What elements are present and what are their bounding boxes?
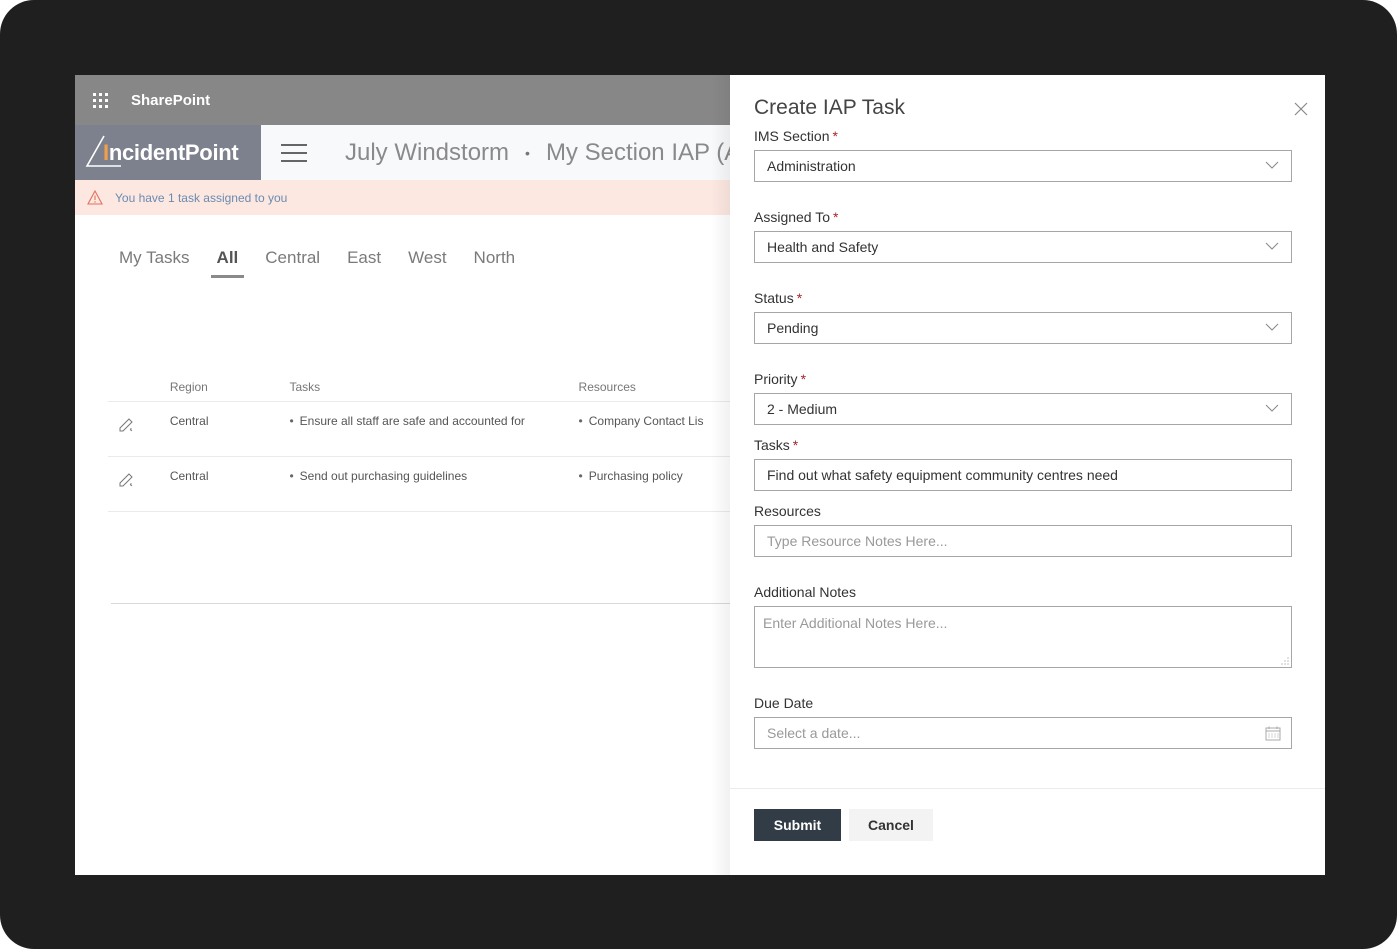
assigned-to-value: Health and Safety bbox=[767, 239, 879, 255]
submit-button[interactable]: Submit bbox=[754, 809, 841, 841]
chevron-down-icon bbox=[1265, 242, 1279, 250]
tab-north[interactable]: North bbox=[474, 245, 516, 276]
device-frame: SharePoint IncidentPoint July Windstorm … bbox=[0, 0, 1397, 949]
cell-task: Ensure all staff are safe and accounted … bbox=[289, 414, 578, 456]
tab-west[interactable]: West bbox=[408, 245, 446, 276]
tasks-input[interactable]: Find out what safety equipment community… bbox=[754, 459, 1292, 491]
cell-region: Central bbox=[169, 414, 209, 428]
additional-notes-placeholder: Enter Additional Notes Here... bbox=[763, 615, 948, 631]
tab-east[interactable]: East bbox=[347, 245, 381, 276]
tasks-label: Tasks * bbox=[754, 437, 799, 453]
tasks-table: Region Tasks Resources Central Ensure al… bbox=[108, 373, 748, 512]
due-date-picker[interactable]: Select a date... bbox=[754, 717, 1292, 749]
cell-task: Send out purchasing guidelines bbox=[289, 469, 578, 511]
table-row: Central Ensure all staff are safe and ac… bbox=[108, 402, 748, 457]
region-tabs: My Tasks All Central East West North bbox=[119, 245, 542, 278]
resources-input[interactable]: Type Resource Notes Here... bbox=[754, 525, 1292, 557]
chevron-down-icon bbox=[1265, 404, 1279, 412]
table-row: Central Send out purchasing guidelines P… bbox=[108, 457, 748, 512]
suite-title[interactable]: SharePoint bbox=[131, 92, 210, 109]
due-date-placeholder: Select a date... bbox=[767, 725, 861, 741]
ims-section-value: Administration bbox=[767, 158, 856, 174]
tab-all[interactable]: All bbox=[210, 245, 244, 278]
priority-dropdown[interactable]: 2 - Medium bbox=[754, 393, 1292, 425]
status-dropdown[interactable]: Pending bbox=[754, 312, 1292, 344]
breadcrumb-separator: • bbox=[525, 144, 530, 161]
logo-text: ncidentPoint bbox=[108, 139, 239, 165]
resources-placeholder: Type Resource Notes Here... bbox=[767, 533, 948, 549]
assigned-to-label: Assigned To * bbox=[754, 209, 839, 225]
table-header: Region Tasks Resources bbox=[108, 373, 748, 402]
chevron-down-icon bbox=[1265, 323, 1279, 331]
create-iap-task-panel: Create IAP Task IMS Section * Administrat… bbox=[730, 75, 1325, 875]
waffle-icon[interactable] bbox=[75, 75, 125, 125]
chevron-down-icon bbox=[1265, 161, 1279, 169]
browser-screen: SharePoint IncidentPoint July Windstorm … bbox=[75, 75, 1325, 875]
hamburger-menu-icon[interactable] bbox=[281, 143, 307, 162]
column-header-region[interactable]: Region bbox=[170, 380, 290, 394]
resize-handle-icon[interactable] bbox=[1281, 657, 1289, 665]
edit-pencil-icon[interactable] bbox=[118, 472, 134, 488]
tasks-input-value: Find out what safety equipment community… bbox=[767, 467, 1118, 483]
calendar-icon[interactable] bbox=[1265, 726, 1281, 741]
alert-text[interactable]: You have 1 task assigned to you bbox=[115, 191, 287, 205]
tab-my-tasks[interactable]: My Tasks bbox=[119, 245, 190, 276]
panel-footer-divider bbox=[730, 788, 1325, 789]
close-icon[interactable] bbox=[1293, 101, 1309, 117]
priority-label: Priority * bbox=[754, 371, 807, 387]
breadcrumb-item-incident[interactable]: July Windstorm bbox=[345, 139, 509, 167]
panel-title: Create IAP Task bbox=[754, 96, 905, 119]
column-header-tasks[interactable]: Tasks bbox=[289, 380, 578, 394]
priority-value: 2 - Medium bbox=[767, 401, 838, 417]
assigned-to-dropdown[interactable]: Health and Safety bbox=[754, 231, 1292, 263]
status-label: Status * bbox=[754, 290, 803, 306]
ims-section-dropdown[interactable]: Administration bbox=[754, 150, 1292, 182]
panel-shadow bbox=[711, 75, 731, 875]
resources-label: Resources bbox=[754, 503, 821, 519]
warning-icon bbox=[87, 190, 103, 205]
cell-region: Central bbox=[169, 469, 209, 483]
edit-pencil-icon[interactable] bbox=[118, 417, 134, 433]
ims-section-label: IMS Section * bbox=[754, 128, 838, 144]
table-bottom-divider bbox=[111, 603, 751, 604]
status-value: Pending bbox=[767, 320, 819, 336]
additional-notes-label: Additional Notes bbox=[754, 584, 856, 600]
incidentpoint-logo[interactable]: IncidentPoint bbox=[75, 125, 261, 180]
due-date-label: Due Date bbox=[754, 695, 814, 711]
cancel-button[interactable]: Cancel bbox=[849, 809, 933, 841]
breadcrumb: July Windstorm • My Section IAP (A bbox=[345, 139, 740, 167]
additional-notes-textarea[interactable]: Enter Additional Notes Here... bbox=[754, 606, 1292, 668]
tab-central[interactable]: Central bbox=[265, 245, 320, 276]
